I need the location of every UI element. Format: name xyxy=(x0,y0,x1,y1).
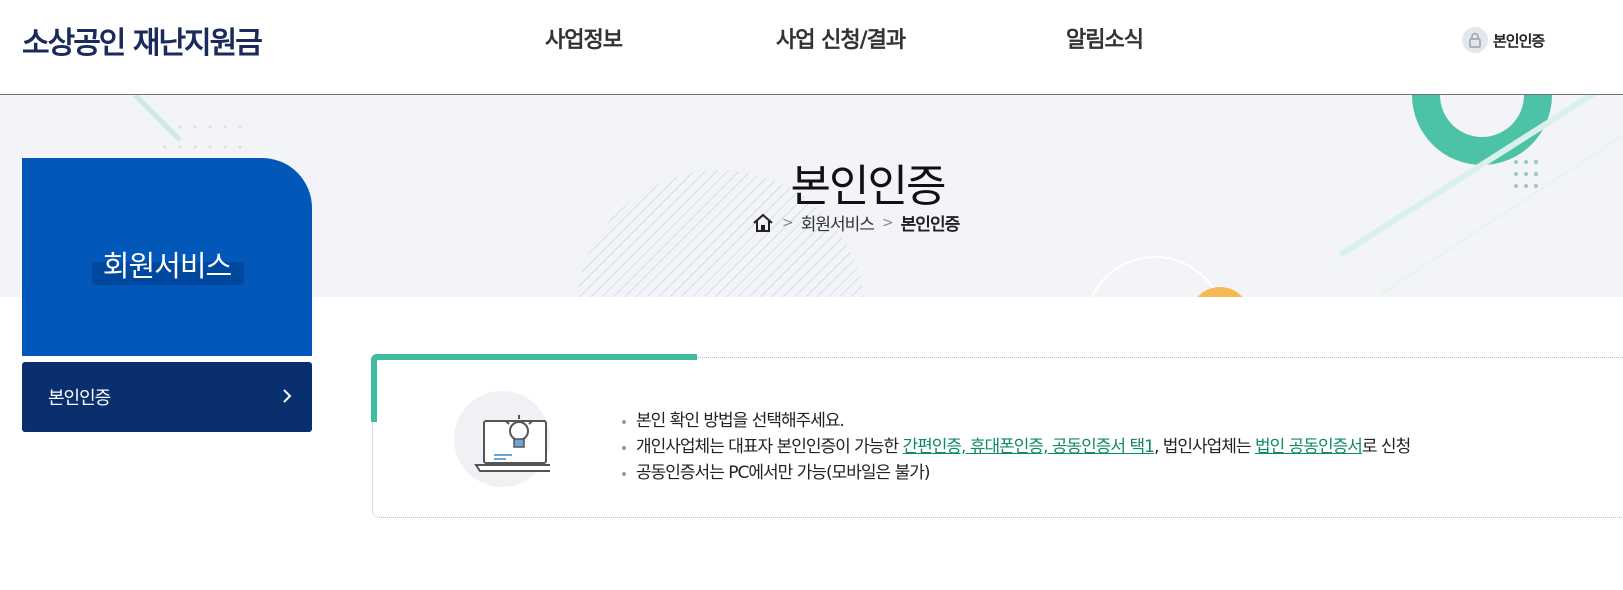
breadcrumb-item-current: 본인인증 xyxy=(900,215,961,235)
breadcrumb-separator: > xyxy=(782,214,794,231)
card-accent xyxy=(371,354,697,360)
home-icon[interactable] xyxy=(752,213,774,233)
notice-item: 본인 확인 방법을 선택해주세요. xyxy=(620,408,1410,434)
nav-item-apply-result[interactable]: 사업 신청/결과 xyxy=(776,22,906,54)
site-logo[interactable]: 소상공인 재난지원금 xyxy=(22,18,263,62)
sidebar-item-label: 본인인증 xyxy=(48,388,111,409)
header-auth-label: 본인인증 xyxy=(1493,31,1545,50)
card-accent xyxy=(371,354,377,422)
notice-list: 본인 확인 방법을 선택해주세요. 개인사업체는 대표자 본인인증이 가능한 간… xyxy=(620,408,1411,486)
breadcrumb-item-member-service[interactable]: 회원서비스 xyxy=(801,210,875,235)
notice-item: 개인사업체는 대표자 본인인증이 가능한 간편인증, 휴대폰인증, 공동인증서 … xyxy=(620,434,1411,460)
nav-item-notices[interactable]: 알림소식 xyxy=(1066,22,1144,54)
nav-item-business-info[interactable]: 사업정보 xyxy=(545,22,623,54)
breadcrumb: > 회원서비스 > 본인인증 xyxy=(752,210,961,235)
lock-icon xyxy=(1462,27,1488,53)
header-auth-link[interactable]: 본인인증 xyxy=(1462,27,1545,53)
sidebar-title: 회원서비스 xyxy=(102,249,232,283)
site-header: 소상공인 재난지원금 사업정보 사업 신청/결과 알림소식 본인인증 xyxy=(0,0,1623,95)
individual-auth-methods-link[interactable]: 간편인증, 휴대폰인증, 공동인증서 택1 xyxy=(903,437,1155,457)
chevron-right-icon xyxy=(282,385,292,409)
corporate-certificate-link[interactable]: 법인 공동인증서 xyxy=(1255,437,1363,457)
notice-item: 공동인증서는 PC에서만 가능(모바일은 불가) xyxy=(620,460,1410,486)
sidebar-item-identity-verification[interactable]: 본인인증 xyxy=(22,362,312,432)
breadcrumb-separator: > xyxy=(881,214,894,231)
sidebar-header: 회원서비스 xyxy=(22,158,312,356)
lightbulb-laptop-icon xyxy=(454,391,556,487)
